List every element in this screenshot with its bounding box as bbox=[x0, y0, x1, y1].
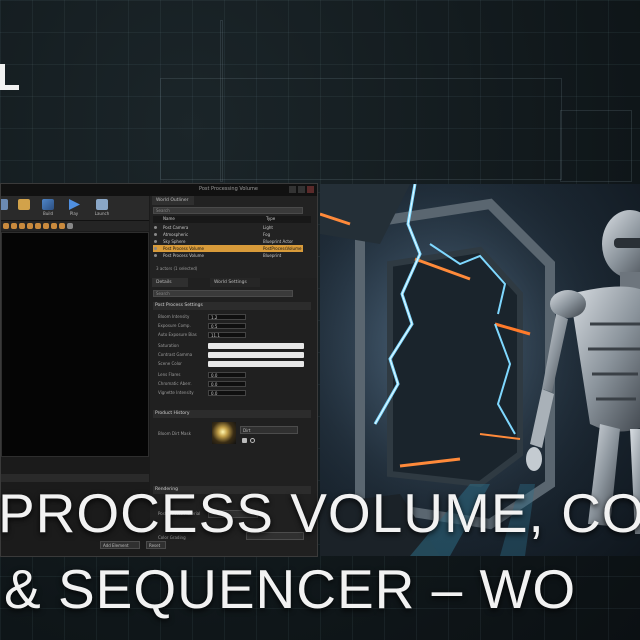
outliner-row-name: Post Process Volume bbox=[163, 246, 204, 251]
reset-icon[interactable] bbox=[250, 438, 255, 443]
mode-icon[interactable] bbox=[67, 223, 73, 229]
outliner-row-name: Post Camera bbox=[163, 225, 189, 230]
property-row: Scene Color bbox=[156, 360, 306, 367]
mode-icon[interactable] bbox=[35, 223, 41, 229]
property-value[interactable]: 11.1 bbox=[208, 332, 246, 338]
property-row: Saturation bbox=[156, 342, 306, 349]
column-type[interactable]: Type bbox=[266, 216, 275, 221]
property-label: Vignette Intensity bbox=[158, 390, 194, 395]
outliner-row[interactable]: Atmospheric Fog bbox=[153, 231, 303, 238]
outliner-row-selected[interactable]: Post Process Volume PostProcessVolume bbox=[153, 245, 303, 252]
eye-icon[interactable] bbox=[154, 233, 157, 236]
play-icon bbox=[69, 199, 80, 210]
level-viewport[interactable] bbox=[1, 232, 149, 457]
property-value[interactable]: 1.2 bbox=[208, 314, 246, 320]
outliner-row[interactable]: Post Process Volume Blueprint bbox=[153, 252, 303, 259]
section-product-history[interactable]: Product History bbox=[153, 410, 311, 418]
property-value[interactable]: 0.0 bbox=[208, 372, 246, 378]
outliner-row-type: Light bbox=[263, 225, 273, 230]
property-slider[interactable] bbox=[208, 343, 304, 349]
outliner-row-name: Atmospheric bbox=[163, 232, 189, 237]
column-name[interactable]: Name bbox=[163, 216, 175, 221]
outliner-search-input[interactable]: Search bbox=[153, 207, 303, 214]
eye-icon[interactable] bbox=[154, 254, 157, 257]
outliner-header: Name Type bbox=[153, 216, 311, 223]
property-label: Saturation bbox=[158, 343, 179, 348]
build-icon bbox=[42, 199, 54, 210]
close-icon[interactable] bbox=[307, 186, 314, 193]
texture-dropdown[interactable]: Dirt bbox=[240, 426, 298, 434]
launch-icon bbox=[96, 199, 108, 210]
section-post-process[interactable]: Post Process Settings bbox=[153, 302, 311, 310]
property-slider[interactable] bbox=[208, 361, 304, 367]
eye-icon[interactable] bbox=[154, 247, 157, 250]
mode-icon[interactable] bbox=[51, 223, 57, 229]
property-row: Vignette Intensity 0.0 bbox=[156, 389, 306, 396]
property-row: Bloom Intensity 1.2 bbox=[156, 313, 306, 320]
property-row: Exposure Comp. 0.5 bbox=[156, 322, 306, 329]
tab-world-outliner[interactable]: World Outliner bbox=[152, 196, 194, 205]
mode-icon[interactable] bbox=[59, 223, 65, 229]
window-title: Post Processing Volume bbox=[199, 186, 258, 192]
property-value[interactable]: 0.0 bbox=[208, 390, 246, 396]
property-row: Auto Exposure Bias 11.1 bbox=[156, 331, 306, 338]
property-label: Contrast Gamma bbox=[158, 352, 193, 357]
eye-icon[interactable] bbox=[154, 226, 157, 229]
toolbar-label: Play bbox=[69, 211, 79, 216]
toolbar-button-launch[interactable]: Launch bbox=[89, 198, 115, 218]
mode-icon[interactable] bbox=[3, 223, 9, 229]
outliner-row-name: Post Process Volume bbox=[163, 253, 204, 258]
mode-icon[interactable] bbox=[43, 223, 49, 229]
browse-icon[interactable] bbox=[242, 438, 247, 443]
eye-icon[interactable] bbox=[154, 240, 157, 243]
property-label: Bloom Intensity bbox=[158, 314, 190, 319]
property-value[interactable]: 0.0 bbox=[208, 381, 246, 387]
outliner-footer: 3 actors (1 selected) bbox=[156, 266, 198, 271]
brand-logo bbox=[0, 64, 20, 90]
maximize-icon[interactable] bbox=[298, 186, 305, 193]
property-label: Chromatic Aberr. bbox=[158, 381, 192, 386]
property-row: Lens Flares 0.0 bbox=[156, 371, 306, 378]
property-row: Contrast Gamma bbox=[156, 351, 306, 358]
outliner-row-type: Fog bbox=[263, 232, 271, 237]
thumbnail-title-line1: PROCESS VOLUME, CO bbox=[0, 482, 640, 544]
toolbar-button-build[interactable]: Build bbox=[35, 198, 61, 218]
toolbar-button-content[interactable] bbox=[11, 198, 37, 218]
outliner-row[interactable]: Post Camera Light bbox=[153, 224, 303, 231]
content-icon bbox=[18, 199, 30, 210]
save-icon bbox=[1, 199, 8, 210]
property-label: Bloom Dirt Mask bbox=[158, 431, 191, 436]
toolbar-label: Launch bbox=[94, 211, 110, 216]
tab-world-settings[interactable]: World Settings bbox=[210, 278, 260, 287]
property-label: Auto Exposure Bias bbox=[158, 332, 197, 337]
property-label: Exposure Comp. bbox=[158, 323, 191, 328]
thumbnail-title-line2: & SEQUENCER – WO bbox=[4, 558, 577, 620]
blueprint-outline bbox=[220, 20, 223, 182]
mode-icon[interactable] bbox=[11, 223, 17, 229]
toolbar-label: Build bbox=[42, 211, 54, 216]
texture-thumbnail[interactable] bbox=[212, 422, 236, 444]
mode-icon[interactable] bbox=[27, 223, 33, 229]
editor-toolbar: Build Play Launch bbox=[1, 196, 149, 221]
outliner-row-type: Blueprint Actor bbox=[263, 239, 294, 244]
outliner-row[interactable]: Sky Sphere Blueprint Actor bbox=[153, 238, 303, 245]
property-value[interactable]: 0.5 bbox=[208, 323, 246, 329]
property-label: Scene Color bbox=[158, 361, 182, 366]
outliner-row-type: PostProcessVolume bbox=[263, 246, 302, 251]
editor-title-bar: Post Processing Volume bbox=[1, 184, 317, 196]
toolbar-button-play[interactable]: Play bbox=[61, 198, 87, 218]
outliner-row-name: Sky Sphere bbox=[163, 239, 186, 244]
blueprint-outline bbox=[560, 110, 632, 182]
details-search-input[interactable]: Search bbox=[153, 290, 293, 297]
property-slider[interactable] bbox=[208, 352, 304, 358]
outliner-row-type: Blueprint bbox=[263, 253, 282, 258]
tab-details[interactable]: Details bbox=[152, 278, 188, 287]
mode-bar bbox=[1, 221, 149, 231]
property-label: Lens Flares bbox=[158, 372, 181, 377]
mode-icon[interactable] bbox=[19, 223, 25, 229]
property-row: Chromatic Aberr. 0.0 bbox=[156, 380, 306, 387]
minimize-icon[interactable] bbox=[289, 186, 296, 193]
